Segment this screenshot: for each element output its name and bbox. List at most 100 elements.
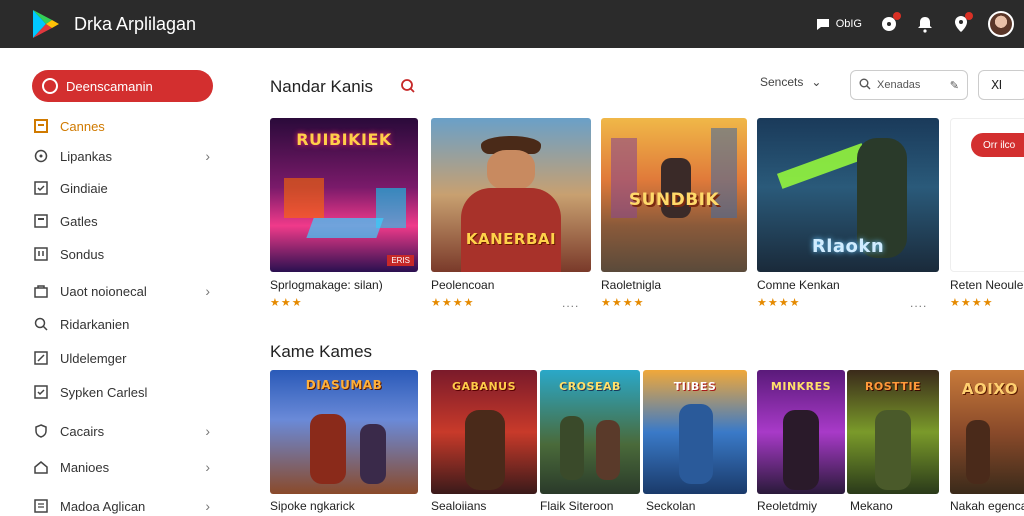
circle-icon	[42, 78, 58, 94]
game-card[interactable]: AOIXO	[950, 370, 1024, 494]
sidebar-item-manioes[interactable]: Manioes ›	[34, 457, 214, 477]
game-thumbnail[interactable]: KANERBAI	[431, 118, 591, 272]
game-title[interactable]: Comne Kenkan	[757, 278, 840, 292]
rating-stars: ★★★★	[950, 297, 994, 309]
game-thumbnail[interactable]: CROSEAB	[540, 370, 640, 494]
chat-label: ObIG	[835, 18, 862, 30]
game-title[interactable]: Sipoke ngkarick	[270, 499, 355, 513]
game-art-title: AOIXO	[961, 380, 1019, 398]
sidebar-item-label: Uaot noionecal	[60, 283, 147, 299]
check-icon	[34, 181, 48, 195]
sidebar-item-sondus[interactable]: Sondus	[34, 244, 214, 264]
game-card[interactable]: ROSTTIE	[847, 370, 939, 494]
game-card[interactable]: CROSEAB	[540, 370, 640, 494]
game-card[interactable]: GABANUS	[431, 370, 537, 494]
game-title[interactable]: Peolencoan	[431, 278, 494, 292]
game-thumbnail[interactable]: GABANUS	[431, 370, 537, 494]
game-art-title: GABANUS	[452, 380, 516, 393]
game-title[interactable]: Raoletnigla	[601, 278, 661, 292]
character-shape	[966, 420, 990, 484]
character-shape	[679, 404, 713, 484]
sidebar-item-ridarkanien[interactable]: Ridarkanien	[34, 314, 214, 334]
face-shape	[487, 150, 535, 190]
more-dots[interactable]: ....	[562, 296, 579, 310]
chat-button[interactable]: ObIG	[814, 15, 862, 33]
sidebar-item-gindiaie[interactable]: Gindiaie	[34, 178, 214, 198]
notification-dot	[893, 12, 901, 20]
location-dot	[965, 12, 973, 20]
filter-button[interactable]: Ⅺ	[978, 70, 1024, 100]
search-input[interactable]: Xenadas ✎	[850, 70, 968, 100]
game-card[interactable]: MINKRES	[757, 370, 845, 494]
sidebar-item-label: Gatles	[60, 213, 98, 229]
promo-card[interactable]: Orr ilco	[950, 118, 1024, 272]
game-title[interactable]: Sealoiians	[431, 499, 486, 513]
game-card[interactable]: RUIBIKIEK ERIS	[270, 118, 418, 272]
game-card[interactable]: DIASUMAB	[270, 370, 418, 494]
neon-floor	[306, 218, 384, 238]
sidebar-item-label: Ridarkanien	[60, 316, 130, 332]
game-thumbnail[interactable]: TIIBES	[643, 370, 747, 494]
sidebar-item-label: Sondus	[60, 246, 105, 262]
bell-icon[interactable]	[916, 15, 934, 33]
notifications-icon[interactable]	[880, 12, 901, 33]
pen-icon: ✎	[949, 79, 959, 92]
header-actions: ObIG	[814, 8, 1014, 40]
promo-button[interactable]: Orr ilco	[971, 133, 1024, 157]
sidebar-item-label: Cacairs	[60, 423, 105, 439]
section-title: Nandar Kanis	[270, 77, 374, 96]
rating-stars: ★★★★	[601, 297, 645, 309]
character-shape	[596, 420, 620, 480]
character-shape	[783, 410, 819, 490]
sort-dropdown[interactable]: Sencets ⌄	[760, 75, 821, 89]
game-title[interactable]: Sprlogmakage: silan)	[270, 278, 383, 292]
note-icon	[34, 247, 48, 261]
game-thumbnail[interactable]: DIASUMAB	[270, 370, 418, 494]
sidebar-primary-button[interactable]: Deenscamanin	[32, 70, 213, 102]
search-icon[interactable]	[400, 78, 416, 99]
game-thumbnail[interactable]: Rlaokn	[757, 118, 939, 272]
game-title[interactable]: Flaik Siteroon	[540, 499, 613, 513]
game-thumbnail[interactable]: RUIBIKIEK ERIS	[270, 118, 418, 272]
sidebar-item-label: Cannes	[60, 118, 105, 134]
game-art-title: CROSEAB	[559, 380, 621, 393]
neon-shape	[284, 178, 324, 218]
sidebar-item-sypken[interactable]: Sypken Carlesl	[34, 382, 214, 402]
sidebar-item-madoa[interactable]: Madoa Aglican ›	[34, 496, 214, 516]
game-art-title: DIASUMAB	[305, 378, 383, 392]
game-thumbnail[interactable]: AOIXO	[950, 370, 1024, 494]
character-shape	[875, 410, 911, 490]
avatar[interactable]	[988, 11, 1014, 37]
game-title[interactable]: Reten Neoule	[950, 278, 1023, 292]
rating-stars: ★★★★	[431, 297, 475, 309]
sidebar-item-label: Lipankas	[60, 148, 113, 164]
sidebar-item-cannes[interactable]: Cannes	[34, 116, 214, 136]
sidebar-item-uldelemger[interactable]: Uldelemger	[34, 348, 214, 368]
game-title[interactable]: Reoletdmiy	[757, 499, 817, 513]
sidebar-item-cacairs[interactable]: Cacairs ›	[34, 421, 214, 441]
location-icon[interactable]	[952, 12, 973, 33]
edit-icon	[34, 351, 48, 365]
game-art-title: Rlaokn	[811, 236, 885, 257]
search-icon	[859, 78, 871, 93]
game-title[interactable]: Nakah egenca	[950, 499, 1024, 513]
game-card[interactable]: TIIBES	[643, 370, 747, 494]
sidebar-item-lipankas[interactable]: Lipankas ›	[34, 146, 214, 166]
sidebar-item-label: Sypken Carlesl	[60, 384, 148, 400]
more-dots[interactable]: ....	[910, 296, 927, 310]
game-thumbnail[interactable]: ROSTTIE	[847, 370, 939, 494]
game-thumbnail[interactable]: SUNDBIK	[601, 118, 747, 272]
chevron-right-icon: ›	[205, 459, 210, 475]
game-thumbnail[interactable]: MINKRES	[757, 370, 845, 494]
sidebar-item-gatles[interactable]: Gatles	[34, 211, 214, 231]
store-logo-icon[interactable]	[30, 8, 62, 40]
game-card[interactable]: Rlaokn	[757, 118, 939, 272]
game-card[interactable]: SUNDBIK	[601, 118, 747, 272]
rating-stars: ★★★★	[757, 297, 801, 309]
game-title[interactable]: Mekano	[850, 499, 893, 513]
sidebar-primary-label: Deenscamanin	[66, 78, 153, 94]
sidebar-item-uaot[interactable]: Uaot noionecal ›	[34, 281, 214, 301]
game-card[interactable]: KANERBAI	[431, 118, 591, 272]
app-title: Drka Arplilagan	[74, 14, 197, 34]
game-title[interactable]: Seckolan	[646, 499, 695, 513]
